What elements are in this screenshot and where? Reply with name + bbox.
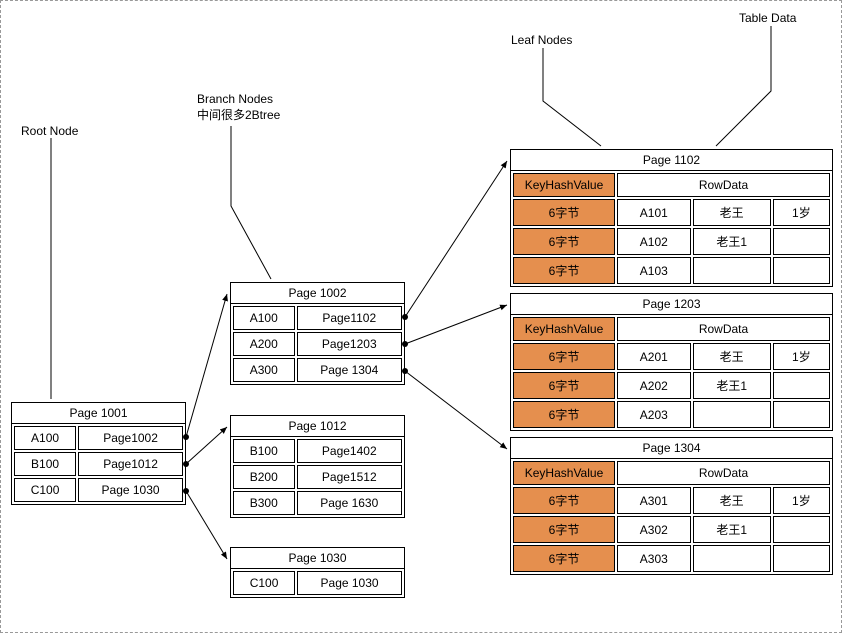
cell-byte: 6字节 xyxy=(513,199,615,226)
branch-page-1012: Page 1012 B100Page1402 B200Page1512 B300… xyxy=(230,415,405,518)
leaf-page-1102: Page 1102 KeyHashValue RowData 6字节A101老王… xyxy=(510,149,833,287)
leaf-page-1304: Page 1304 KeyHashValue RowData 6字节A301老王… xyxy=(510,437,833,575)
dot-icon xyxy=(402,341,408,347)
dot-icon xyxy=(183,488,189,494)
dot-icon xyxy=(183,461,189,467)
cell-key: A100 xyxy=(14,426,76,450)
cell-page: Page1402 xyxy=(297,439,402,463)
cell-rowdata-header: RowData xyxy=(617,317,830,341)
cell-c1: A103 xyxy=(617,257,691,284)
cell-key: A200 xyxy=(233,332,295,356)
leaf-rows: KeyHashValue RowData 6字节A101老王1岁 6字节A102… xyxy=(511,171,832,286)
cell-khv-header: KeyHashValue xyxy=(513,317,615,341)
cell-c2: 老王 xyxy=(693,487,771,514)
cell-c1: A201 xyxy=(617,343,691,370)
dot-icon xyxy=(402,314,408,320)
cell-key: A300 xyxy=(233,358,295,382)
cell-c1: A202 xyxy=(617,372,691,399)
cell-c1: A303 xyxy=(617,545,691,572)
cell-key: B300 xyxy=(233,491,295,515)
cell-byte: 6字节 xyxy=(513,343,615,370)
dot-icon xyxy=(402,368,408,374)
cell-c3: 1岁 xyxy=(773,343,830,370)
cell-byte: 6字节 xyxy=(513,257,615,284)
cell-c1: A102 xyxy=(617,228,691,255)
page-title: Page 1012 xyxy=(231,416,404,437)
cell-c3: 1岁 xyxy=(773,199,830,226)
label-branch-line1: Branch Nodes xyxy=(197,92,273,106)
cell-c2 xyxy=(693,257,771,284)
cell-key: C100 xyxy=(233,571,295,595)
cell-c2: 老王1 xyxy=(693,516,771,543)
cell-c3 xyxy=(773,228,830,255)
cell-key: A100 xyxy=(233,306,295,330)
page-title: Page 1001 xyxy=(12,403,185,424)
cell-c2 xyxy=(693,545,771,572)
leaf-page-1203: Page 1203 KeyHashValue RowData 6字节A201老王… xyxy=(510,293,833,431)
cell-key: B100 xyxy=(233,439,295,463)
cell-page: Page 1304 xyxy=(297,358,402,382)
branch-page-1002: Page 1002 A100Page1102 A200Page1203 A300… xyxy=(230,282,405,385)
label-branch-nodes: Branch Nodes 中间很多2Btree xyxy=(197,91,280,123)
page-rows: C100Page 1030 xyxy=(231,569,404,597)
cell-c2: 老王 xyxy=(693,343,771,370)
page-title: Page 1002 xyxy=(231,283,404,304)
branch-page-1030: Page 1030 C100Page 1030 xyxy=(230,547,405,598)
cell-c2: 老王 xyxy=(693,199,771,226)
cell-byte: 6字节 xyxy=(513,487,615,514)
leaf-rows: KeyHashValue RowData 6字节A201老王1岁 6字节A202… xyxy=(511,315,832,430)
cell-c3 xyxy=(773,545,830,572)
cell-key: C100 xyxy=(14,478,76,502)
cell-rowdata-header: RowData xyxy=(617,461,830,485)
cell-c3: 1岁 xyxy=(773,487,830,514)
label-root-node: Root Node xyxy=(21,124,78,138)
cell-byte: 6字节 xyxy=(513,372,615,399)
page-rows: B100Page1402 B200Page1512 B300Page 1630 xyxy=(231,437,404,517)
page-rows: A100Page1002 B100Page1012 C100Page 1030 xyxy=(12,424,185,504)
cell-c1: A302 xyxy=(617,516,691,543)
cell-page: Page1012 xyxy=(78,452,183,476)
dot-icon xyxy=(183,434,189,440)
cell-page: Page 1030 xyxy=(297,571,402,595)
page-title: Page 1030 xyxy=(231,548,404,569)
cell-page: Page1002 xyxy=(78,426,183,450)
label-branch-line2: 中间很多2Btree xyxy=(197,108,280,122)
cell-c2: 老王1 xyxy=(693,372,771,399)
cell-rowdata-header: RowData xyxy=(617,173,830,197)
page-title: Page 1102 xyxy=(511,150,832,171)
cell-c1: A301 xyxy=(617,487,691,514)
page-rows: A100Page1102 A200Page1203 A300Page 1304 xyxy=(231,304,404,384)
cell-page: Page1512 xyxy=(297,465,402,489)
cell-page: Page1102 xyxy=(297,306,402,330)
cell-c1: A101 xyxy=(617,199,691,226)
cell-khv-header: KeyHashValue xyxy=(513,461,615,485)
cell-c1: A203 xyxy=(617,401,691,428)
page-title: Page 1203 xyxy=(511,294,832,315)
cell-key: B100 xyxy=(14,452,76,476)
cell-page: Page 1630 xyxy=(297,491,402,515)
cell-khv-header: KeyHashValue xyxy=(513,173,615,197)
leaf-rows: KeyHashValue RowData 6字节A301老王1岁 6字节A302… xyxy=(511,459,832,574)
root-page-1001: Page 1001 A100Page1002 B100Page1012 C100… xyxy=(11,402,186,505)
cell-key: B200 xyxy=(233,465,295,489)
cell-c3 xyxy=(773,372,830,399)
cell-byte: 6字节 xyxy=(513,401,615,428)
cell-page: Page1203 xyxy=(297,332,402,356)
cell-c3 xyxy=(773,257,830,284)
label-table-data: Table Data xyxy=(739,11,796,25)
label-leaf-nodes: Leaf Nodes xyxy=(511,33,572,47)
cell-c2: 老王1 xyxy=(693,228,771,255)
cell-c2 xyxy=(693,401,771,428)
cell-byte: 6字节 xyxy=(513,228,615,255)
cell-c3 xyxy=(773,401,830,428)
cell-c3 xyxy=(773,516,830,543)
cell-byte: 6字节 xyxy=(513,545,615,572)
cell-byte: 6字节 xyxy=(513,516,615,543)
page-title: Page 1304 xyxy=(511,438,832,459)
cell-page: Page 1030 xyxy=(78,478,183,502)
